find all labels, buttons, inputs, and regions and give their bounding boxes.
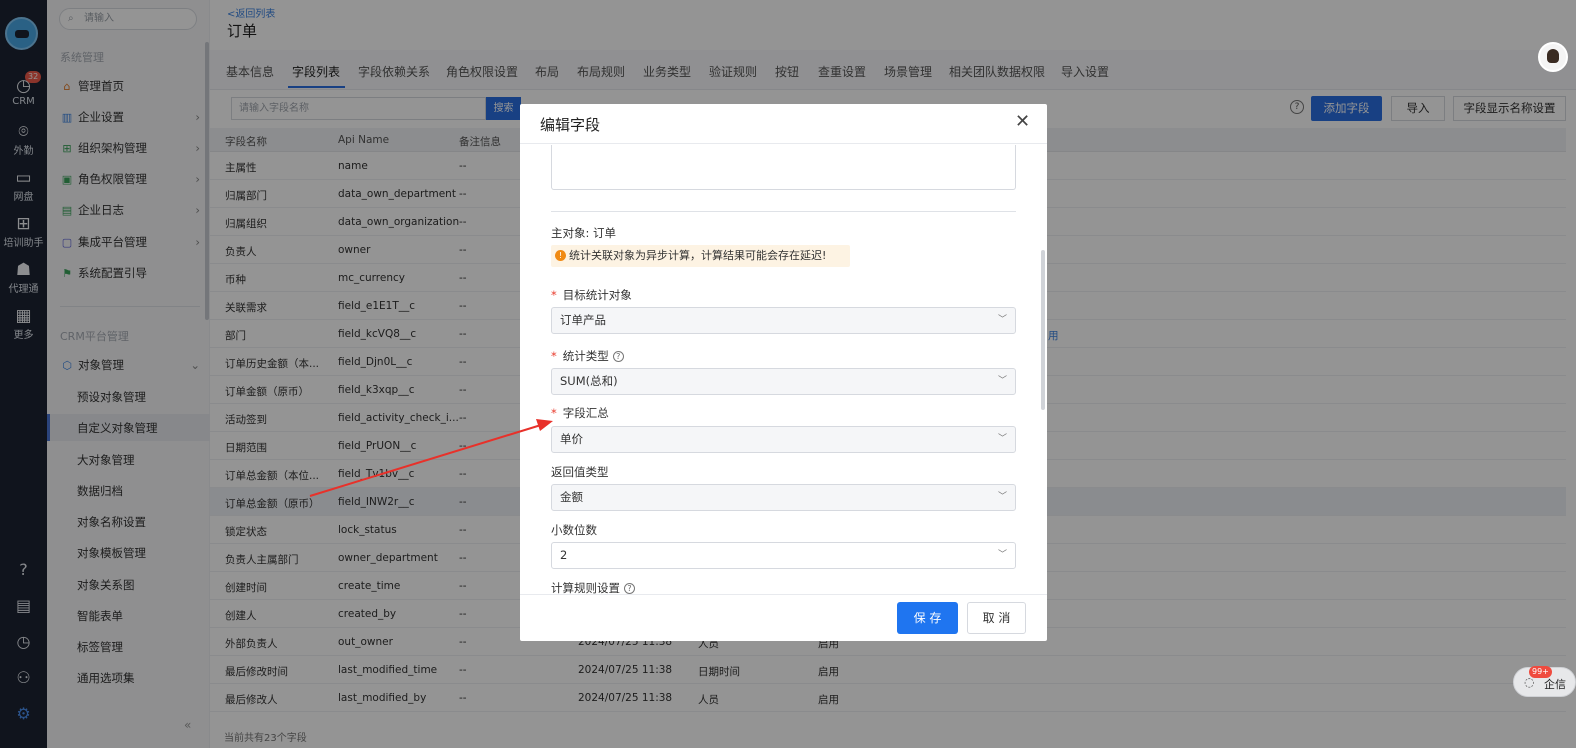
arrow-line bbox=[309, 424, 542, 497]
annotation-arrow bbox=[309, 419, 553, 497]
arrow-head bbox=[536, 419, 553, 431]
